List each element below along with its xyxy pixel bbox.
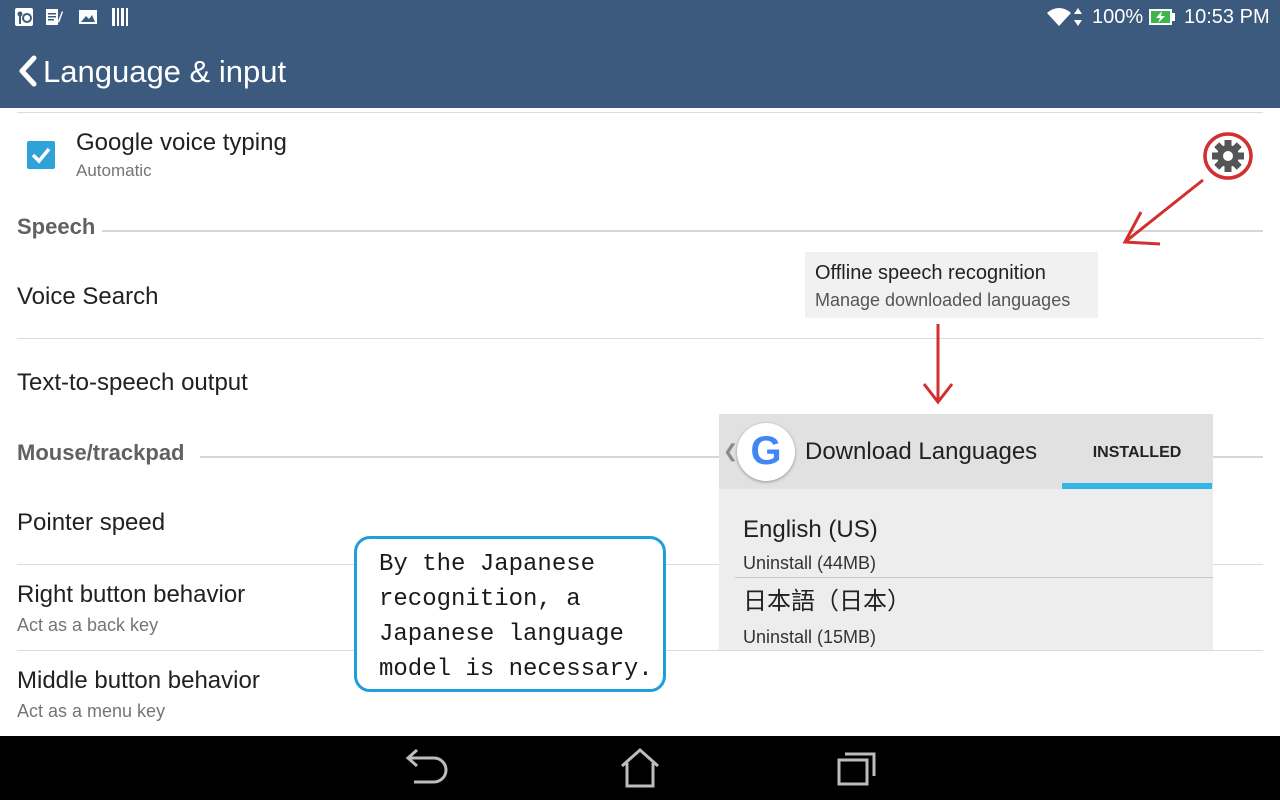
page-title: Language & input [43, 54, 287, 89]
mouse-category-header: Mouse/trackpad [17, 440, 185, 465]
voice-search-title: Voice Search [17, 283, 159, 310]
top-divider [17, 112, 1263, 113]
language-action[interactable]: Uninstall (44MB) [743, 552, 876, 574]
app-bar: 100% 10:53 PM Language & input [0, 0, 1280, 108]
tts-output-row[interactable]: Text-to-speech output [0, 348, 700, 418]
data-arrows-icon [1074, 8, 1082, 26]
navigation-bar [0, 736, 1280, 800]
voice-typing-summary: Automatic [76, 161, 152, 180]
notification-doc-icon [46, 9, 63, 25]
offline-speech-recognition-item[interactable]: Offline speech recognition Manage downlo… [805, 252, 1098, 318]
right-button-summary: Act as a back key [17, 615, 159, 635]
language-name: English (US) [743, 516, 878, 543]
language-name: 日本語（日本） [743, 588, 911, 615]
google-logo-letter: G [750, 429, 782, 473]
status-time: 10:53 PM [1184, 6, 1270, 28]
annotation-callout: By the Japanese recognition, a Japanese … [354, 536, 666, 692]
voice-typing-title: Google voice typing [76, 129, 287, 156]
row-divider [17, 338, 1263, 339]
offline-speech-summary: Manage downloaded languages [815, 290, 1071, 310]
voice-search-row[interactable]: Voice Search [0, 262, 800, 334]
download-languages-panel: ❮ G Download Languages INSTALLED English… [719, 414, 1213, 650]
notification-app-icon [15, 8, 33, 26]
offline-speech-title: Offline speech recognition [815, 262, 1046, 284]
tab-installed[interactable]: INSTALLED [1062, 443, 1212, 463]
pointer-speed-title: Pointer speed [17, 509, 166, 536]
language-item[interactable]: 日本語（日本） Uninstall (15MB) [719, 578, 1213, 650]
gear-icon[interactable] [1202, 131, 1254, 181]
wifi-icon [1047, 8, 1071, 26]
battery-percentage: 100% [1092, 6, 1144, 28]
chevron-left-icon[interactable] [16, 55, 40, 87]
google-logo-icon: G [737, 423, 795, 481]
download-languages-title: Download Languages [805, 438, 1038, 465]
voice-typing-row[interactable]: Google voice typing Automatic [0, 118, 1180, 190]
middle-button-row[interactable]: Middle button behavior Act as a menu key [0, 656, 340, 732]
middle-button-summary: Act as a menu key [17, 701, 166, 721]
download-languages-header: ❮ G Download Languages INSTALLED [719, 414, 1213, 489]
language-action[interactable]: Uninstall (15MB) [743, 626, 876, 648]
pointer-speed-row[interactable]: Pointer speed [0, 488, 340, 558]
checkmark-icon [31, 147, 51, 164]
voice-typing-checkbox[interactable] [27, 141, 55, 169]
back-arrow-icon[interactable]: ❮ [723, 440, 738, 462]
notification-image-icon [79, 10, 97, 24]
down-arrow-icon [922, 324, 954, 405]
tab-indicator [1062, 483, 1212, 489]
tts-output-title: Text-to-speech output [17, 369, 248, 396]
callout-text: By the Japanese recognition, a Japanese … [379, 551, 653, 683]
back-icon[interactable] [398, 746, 450, 790]
speech-category-line [102, 230, 1263, 232]
right-button-title: Right button behavior [17, 581, 246, 608]
language-item[interactable]: English (US) Uninstall (44MB) [719, 504, 1213, 576]
middle-button-title: Middle button behavior [17, 667, 260, 694]
battery-charging-icon [1149, 9, 1175, 25]
speech-category-header: Speech [17, 214, 96, 239]
notification-barcode-icon [112, 8, 128, 26]
annotation-arrow-icon [1122, 178, 1204, 246]
recent-apps-icon[interactable] [830, 746, 882, 790]
home-icon[interactable] [614, 746, 666, 790]
right-button-row[interactable]: Right button behavior Act as a back key [0, 570, 340, 646]
